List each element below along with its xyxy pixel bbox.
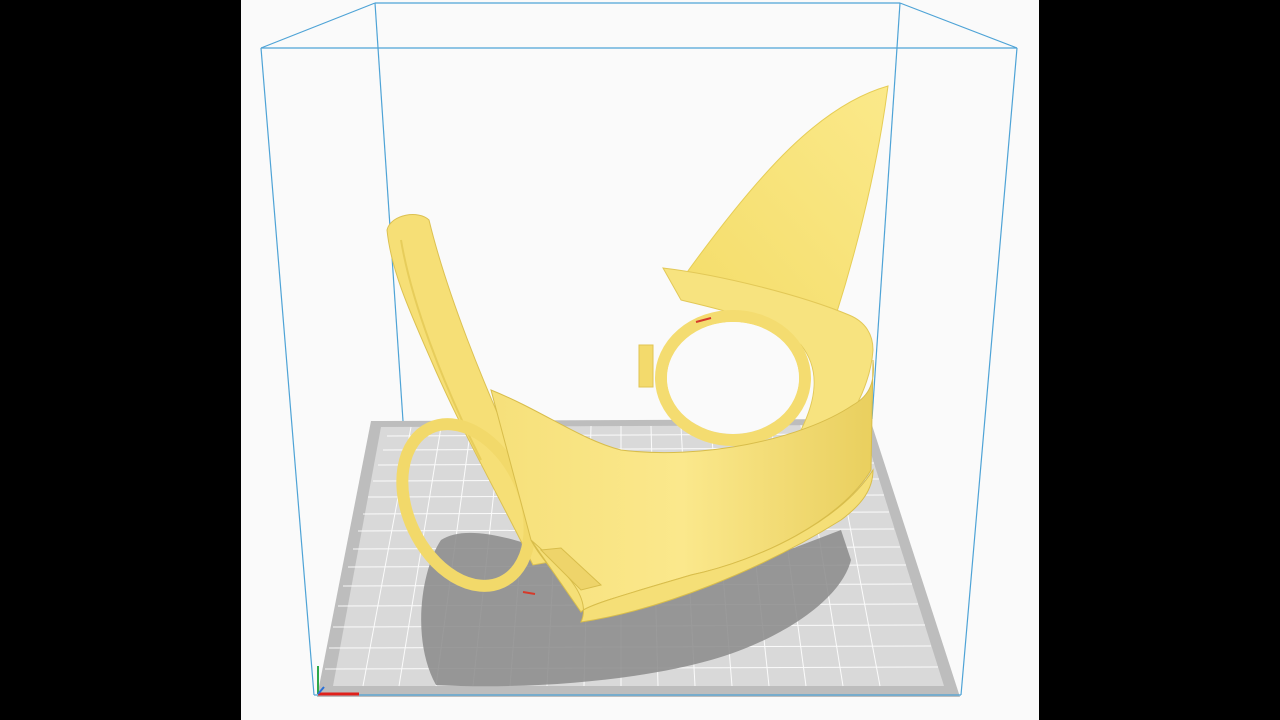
letterbox-left <box>0 0 241 720</box>
scene-canvas[interactable] <box>241 0 1039 720</box>
model-tab <box>638 344 654 388</box>
3d-viewport[interactable] <box>241 0 1039 720</box>
letterbox-right <box>1039 0 1280 720</box>
